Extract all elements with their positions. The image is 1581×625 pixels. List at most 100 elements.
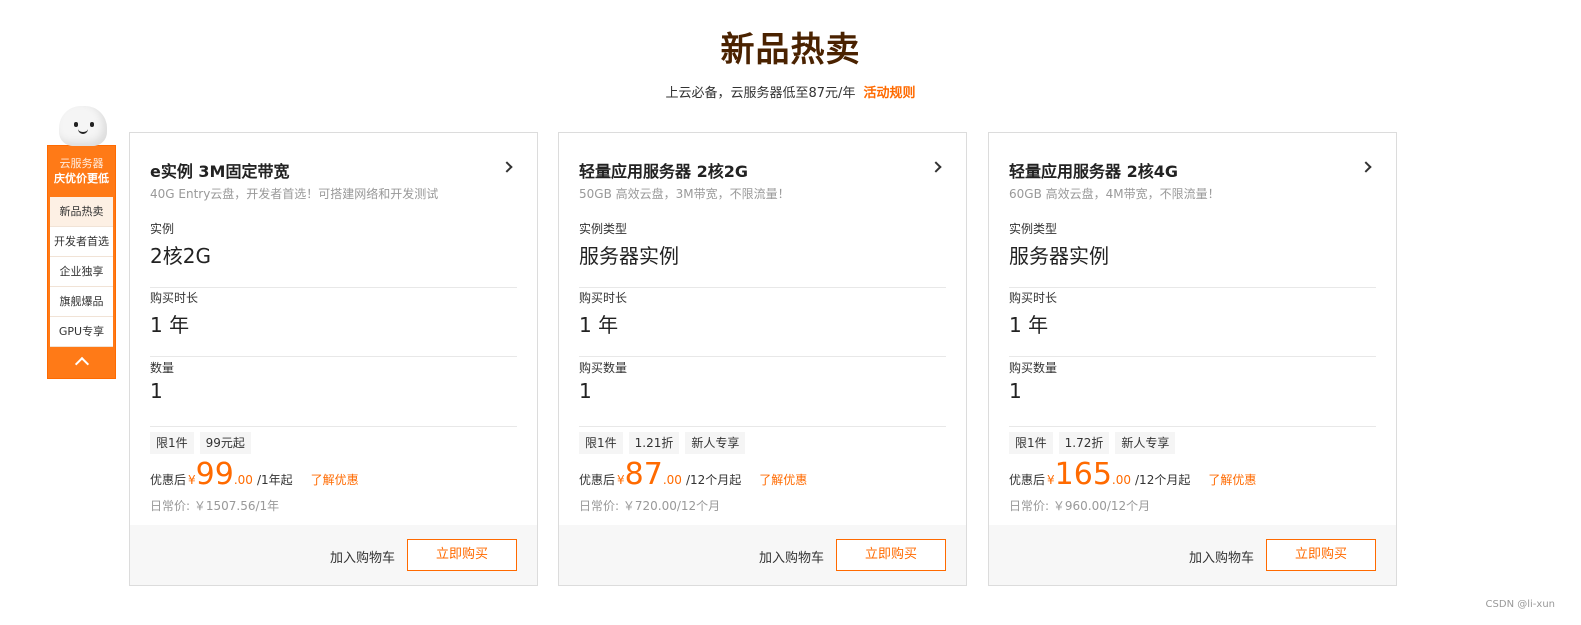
field-value: 1 年 xyxy=(1009,313,1049,337)
instance-type-field[interactable]: 实例类型 服务器实例 xyxy=(1009,220,1376,288)
side-nav-item-gpu[interactable]: GPU专享 xyxy=(50,317,113,347)
currency-symbol: ¥ xyxy=(617,473,625,487)
price-row: 优惠后 ¥ 165 .00 /12个月起 了解优惠 xyxy=(1009,458,1256,492)
field-label: 购买数量 xyxy=(579,361,628,375)
field-label: 购买数量 xyxy=(1009,361,1058,375)
field-value: 服务器实例 xyxy=(579,244,679,268)
price-unit: /12个月起 xyxy=(1135,473,1191,487)
price-prefix: 优惠后 xyxy=(150,473,187,487)
tag: 限1件 xyxy=(150,432,194,454)
subtitle-text: 上云必备，云服务器低至87元/年 xyxy=(665,86,856,101)
price-unit: /12个月起 xyxy=(685,473,742,487)
side-nav-head-line1: 云服务器 xyxy=(59,157,104,170)
side-nav-item-new-hot[interactable]: 新品热卖 xyxy=(50,197,113,227)
chevron-right-icon[interactable] xyxy=(1360,161,1372,173)
card-title[interactable]: 轻量应用服务器 2核2G xyxy=(579,158,748,182)
side-nav-box: 云服务器 庆优价更低 新品热卖 开发者首选 企业独享 旗舰爆品 GPU专享 xyxy=(47,145,116,379)
tag-list: 限1件 1.21折 新人专享 xyxy=(579,432,746,454)
field-label: 购买时长 xyxy=(150,291,199,305)
field-label: 购买时长 xyxy=(579,291,628,305)
price-row: 优惠后 ¥ 87 .00 /12个月起 了解优惠 xyxy=(579,458,807,492)
quantity-field[interactable]: 购买数量 1 xyxy=(579,359,946,427)
chevron-right-icon[interactable] xyxy=(501,161,513,173)
currency-symbol: ¥ xyxy=(188,473,196,487)
tag: 1.21折 xyxy=(628,432,680,454)
chevron-right-icon[interactable] xyxy=(930,161,942,173)
price-row: 优惠后 ¥ 99 .00 /1年起 了解优惠 xyxy=(150,458,359,492)
field-value: 2核2G xyxy=(150,244,211,268)
card-title[interactable]: e实例 3M固定带宽 xyxy=(150,158,289,182)
tag: 99元起 xyxy=(199,432,251,454)
field-value: 服务器实例 xyxy=(1009,244,1109,268)
card-footer: 加入购物车 立即购买 xyxy=(130,525,537,585)
duration-field[interactable]: 购买时长 1 年 xyxy=(150,289,517,357)
buy-now-button[interactable]: 立即购买 xyxy=(836,539,946,571)
tag: 新人专享 xyxy=(1115,432,1176,454)
price-decimal: .00 xyxy=(233,473,253,487)
instance-type-field[interactable]: 实例类型 服务器实例 xyxy=(579,220,946,288)
side-nav-head-line2: 庆优价更低 xyxy=(54,172,109,185)
page-subtitle: 上云必备，云服务器低至87元/年 活动规则 xyxy=(0,82,1581,101)
price-integer: 99 xyxy=(195,457,234,492)
original-price: 日常价: ￥720.00/12个月 xyxy=(579,499,721,513)
price-prefix: 优惠后 xyxy=(579,473,616,487)
watermark: CSDN @li-xun xyxy=(1485,599,1555,610)
card-footer: 加入购物车 立即购买 xyxy=(989,525,1396,585)
card-description: 50GB 高效云盘，3M带宽，不限流量！ xyxy=(579,187,790,201)
side-nav-item-developer[interactable]: 开发者首选 xyxy=(50,227,113,257)
learn-discount-link[interactable]: 了解优惠 xyxy=(311,471,359,488)
field-label: 实例类型 xyxy=(579,222,628,236)
field-value: 1 xyxy=(1009,379,1022,403)
buy-now-button[interactable]: 立即购买 xyxy=(407,539,517,571)
tag-list: 限1件 1.72折 新人专享 xyxy=(1009,432,1176,454)
field-value: 1 年 xyxy=(579,313,619,337)
tag-list: 限1件 99元起 xyxy=(150,432,251,454)
side-nav-header: 云服务器 庆优价更低 xyxy=(48,146,115,197)
instance-field[interactable]: 实例 2核2G xyxy=(150,220,517,288)
page-title: 新品热卖 xyxy=(720,30,861,70)
quantity-field[interactable]: 购买数量 1 xyxy=(1009,359,1376,427)
duration-field[interactable]: 购买时长 1 年 xyxy=(579,289,946,357)
product-card: e实例 3M固定带宽 40G Entry云盘，开发者首选！可搭建网络和开发测试 … xyxy=(129,132,538,586)
field-label: 购买时长 xyxy=(1009,291,1058,305)
card-description: 60GB 高效云盘，4M带宽，不限流量！ xyxy=(1009,187,1220,201)
add-to-cart-button[interactable]: 加入购物车 xyxy=(759,547,824,566)
field-label: 实例 xyxy=(150,222,175,236)
learn-discount-link[interactable]: 了解优惠 xyxy=(759,471,807,488)
field-value: 1 年 xyxy=(150,313,190,337)
price-decimal: .00 xyxy=(662,473,682,487)
original-price: 日常价: ￥1507.56/1年 xyxy=(150,499,280,513)
original-price: 日常价: ￥960.00/12个月 xyxy=(1009,499,1151,513)
side-nav-item-flagship[interactable]: 旗舰爆品 xyxy=(50,287,113,317)
learn-discount-link[interactable]: 了解优惠 xyxy=(1208,471,1256,488)
buy-now-button[interactable]: 立即购买 xyxy=(1266,539,1376,571)
field-label: 数量 xyxy=(150,361,175,375)
tag: 限1件 xyxy=(579,432,623,454)
quantity-field[interactable]: 数量 1 xyxy=(150,359,517,427)
card-title[interactable]: 轻量应用服务器 2核4G xyxy=(1009,158,1178,182)
price-decimal: .00 xyxy=(1111,473,1132,487)
field-value: 1 xyxy=(579,379,592,403)
tag: 限1件 xyxy=(1009,432,1053,454)
price-integer: 165 xyxy=(1054,457,1112,492)
cloud-mascot-icon xyxy=(57,102,109,148)
field-value: 1 xyxy=(150,379,163,403)
side-nav-item-enterprise[interactable]: 企业独享 xyxy=(50,257,113,287)
price-prefix: 优惠后 xyxy=(1009,473,1046,487)
scroll-top-button[interactable] xyxy=(48,347,115,377)
tag: 1.72折 xyxy=(1058,432,1110,454)
price-integer: 87 xyxy=(624,457,663,492)
field-label: 实例类型 xyxy=(1009,222,1058,236)
price-unit: /1年起 xyxy=(256,473,293,487)
add-to-cart-button[interactable]: 加入购物车 xyxy=(330,547,395,566)
tag: 新人专享 xyxy=(685,432,746,454)
card-description: 40G Entry云盘，开发者首选！可搭建网络和开发测试 xyxy=(150,187,439,201)
chevron-up-icon xyxy=(74,356,90,372)
side-nav-list: 新品热卖 开发者首选 企业独享 旗舰爆品 GPU专享 xyxy=(50,197,113,347)
currency-symbol: ¥ xyxy=(1047,473,1055,487)
product-card: 轻量应用服务器 2核2G 50GB 高效云盘，3M带宽，不限流量！ 实例类型 服… xyxy=(558,132,967,586)
card-footer: 加入购物车 立即购买 xyxy=(559,525,966,585)
add-to-cart-button[interactable]: 加入购物车 xyxy=(1189,547,1254,566)
duration-field[interactable]: 购买时长 1 年 xyxy=(1009,289,1376,357)
activity-rules-link[interactable]: 活动规则 xyxy=(863,86,915,101)
